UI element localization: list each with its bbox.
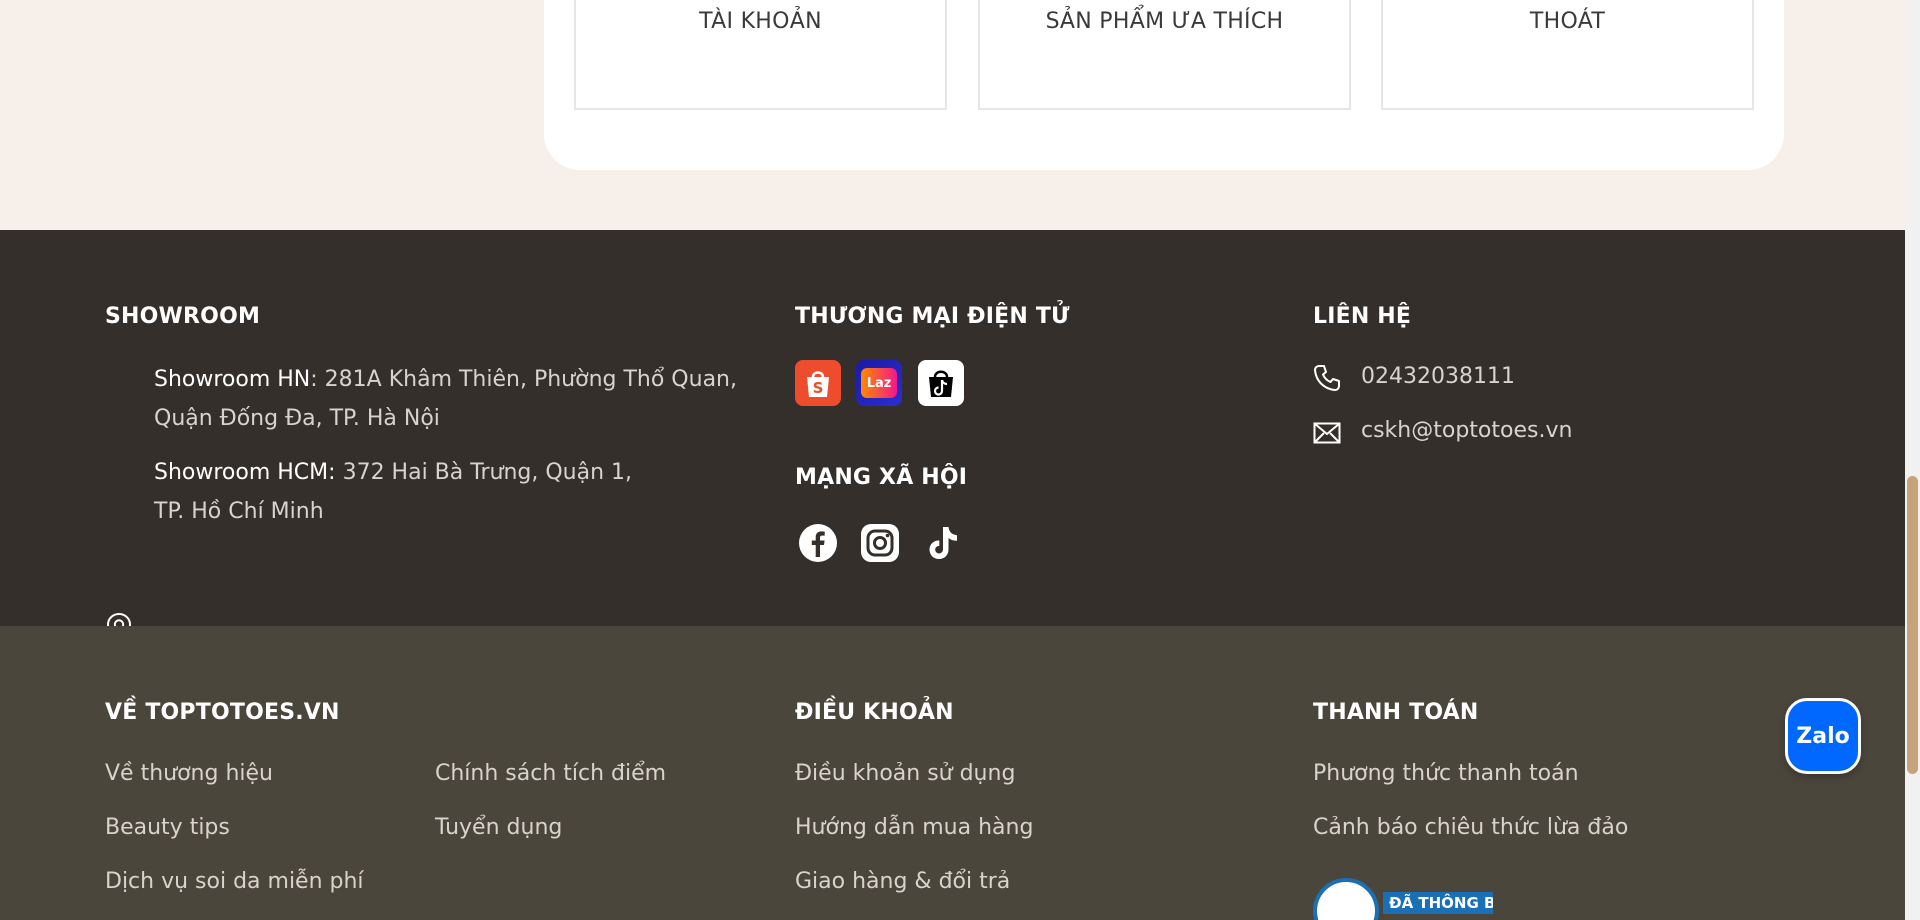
svg-text:S: S [813,379,824,397]
showroom-hcm-label: Showroom HCM: [154,460,336,485]
footer-bottom: VỀ TOPTOTOES.VN Về thương hiệu Beauty ti… [0,626,1905,920]
showroom-hn-line1: : 281A Khâm Thiên, Phường Thổ Quan, [310,367,737,392]
badge-check-icon [1313,878,1379,920]
tiktok-shop-icon[interactable] [918,360,964,406]
contact-heading: LIÊN HỆ [1313,304,1412,329]
zalo-label: Zalo [1796,723,1850,749]
logout-label: THOÁT [1529,9,1606,34]
account-section: TÀI KHOẢN SẢN PHẨM ƯA THÍCH THOÁT [0,0,1905,230]
payment-link-methods[interactable]: Phương thức thanh toán [1313,761,1579,786]
account-card: TÀI KHOẢN SẢN PHẨM ƯA THÍCH THOÁT [544,0,1784,170]
account-button-label: TÀI KHOẢN [699,9,822,34]
terms-link-buying-guide[interactable]: Hướng dẫn mua hàng [795,815,1033,840]
payment-link-fraud-warning[interactable]: Cảnh báo chiêu thức lừa đảo [1313,815,1628,840]
account-button[interactable]: TÀI KHOẢN [574,0,947,110]
about-heading: VỀ TOPTOTOES.VN [105,700,340,725]
showroom-hcm-line2: TP. Hồ Chí Minh [154,499,324,524]
about-link-points-policy[interactable]: Chính sách tích điểm [435,761,666,786]
showroom-hcm-address: Showroom HCM: 372 Hai Bà Trưng, Quận 1, … [154,453,754,531]
zalo-chat-button[interactable]: Zalo [1785,698,1861,774]
footer-top: SHOWROOM Showroom HN: 281A Khâm Thiên, P… [0,230,1905,738]
favorite-products-button[interactable]: SẢN PHẨM ƯA THÍCH [978,0,1351,110]
favorite-products-label: SẢN PHẨM ƯA THÍCH [1045,9,1284,34]
payment-heading: THANH TOÁN [1313,700,1479,725]
showroom-hcm-line1: 372 Hai Bà Trưng, Quận 1, [335,460,633,485]
showroom-hn-line2: Quận Đống Đa, TP. Hà Nội [154,406,440,431]
showroom-heading: SHOWROOM [105,304,261,329]
badge-text: ĐÃ THÔNG BÁO [1383,892,1493,914]
scrollbar-track[interactable] [1905,0,1920,920]
registered-badge[interactable]: ĐÃ THÔNG BÁO [1313,878,1493,920]
about-link-brand[interactable]: Về thương hiệu [105,761,273,786]
terms-link-shipping-returns[interactable]: Giao hàng & đổi trả [795,869,1010,894]
about-link-careers[interactable]: Tuyển dụng [435,815,562,840]
terms-link-usage[interactable]: Điều khoản sử dụng [795,761,1015,786]
phone-icon [1314,365,1340,391]
about-link-beauty-tips[interactable]: Beauty tips [105,815,230,840]
lazada-icon[interactable]: Laz [856,360,902,406]
showroom-hn-address: Showroom HN: 281A Khâm Thiên, Phường Thổ… [154,360,754,438]
social-heading: MẠNG XÃ HỘI [795,465,968,490]
lazada-logo-text: Laz [861,368,897,398]
contact-email[interactable]: cskh@toptotoes.vn [1361,418,1572,443]
contact-phone[interactable]: 02432038111 [1361,364,1515,389]
email-icon [1313,422,1341,444]
tiktok-icon[interactable] [921,523,961,563]
shopee-icon[interactable]: S [795,360,841,406]
about-link-skin-analysis[interactable]: Dịch vụ soi da miễn phí [105,869,364,894]
logout-button[interactable]: THOÁT [1381,0,1754,110]
scrollbar-thumb[interactable] [1907,476,1918,774]
terms-heading: ĐIỀU KHOẢN [795,700,954,725]
instagram-icon[interactable] [860,523,900,563]
facebook-icon[interactable] [798,523,838,563]
ecommerce-heading: THƯƠNG MẠI ĐIỆN TỬ [795,304,1070,329]
showroom-hn-label: Showroom HN [154,367,311,392]
